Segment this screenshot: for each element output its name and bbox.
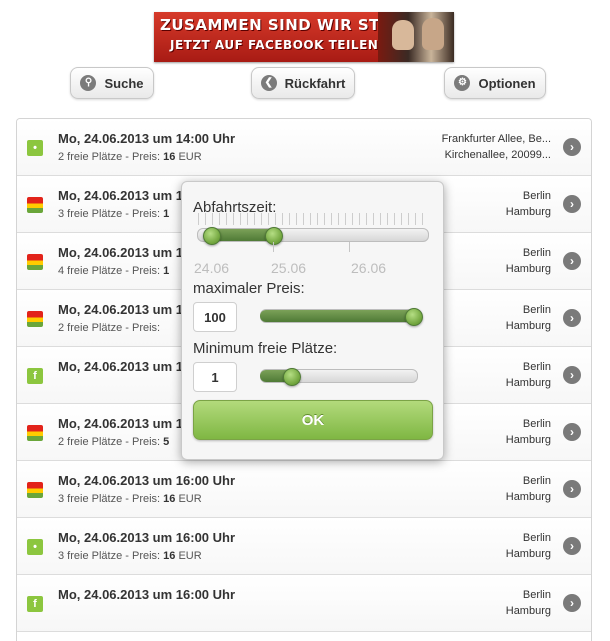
options-button[interactable]: ⚙ Optionen [444,67,546,99]
rail-provider-icon [27,482,43,498]
gear-icon: ⚙ [454,75,471,91]
ride-from: Frankfurter Allee, Be... [441,133,551,145]
ride-price: 16 [163,151,176,163]
ride-from: Berlin [522,418,551,430]
ride-from: Berlin [522,589,551,601]
ride-to: Hamburg [505,605,551,617]
chevron-right-icon[interactable]: › [563,138,581,156]
ride-row[interactable]: f Mo, 24.06.2013 um 16:00 Uhr Berlin Hambur… [17,575,591,632]
date-tick-mark [349,242,350,252]
options-button-label: Optionen [478,75,536,91]
ride-to: Hamburg [505,377,551,389]
ride-info: 4 freie Plätze - Preis: 1 [58,265,169,277]
ride-to: Kirchenallee, 20099... [444,149,551,161]
chevron-right-icon[interactable]: › [563,195,581,213]
ride-date: Mo, 24.06.2013 um 16:00 Uhr [58,473,236,488]
ride-price: 16 [163,493,176,505]
ride-info: 3 freie Plätze - Preis: 16 EUR [58,550,202,562]
min-seats-label: Minimum freie Plätze: [193,340,338,357]
ride-price: 1 [163,208,170,220]
max-price-value[interactable]: 100 [193,302,237,332]
car-provider-icon: • [27,539,43,555]
ok-button[interactable]: OK [193,400,433,440]
departure-scale-ticks [198,213,426,225]
date-tick-label: 26.06 [351,260,387,276]
ride-price: 5 [163,436,170,448]
chevron-right-icon[interactable]: › [563,537,581,555]
chevron-right-icon[interactable]: › [563,309,581,327]
ride-seats-text: 3 freie Plätze - Preis: [58,550,161,562]
rail-provider-icon [27,254,43,270]
ride-from: Berlin [522,532,551,544]
ride-row[interactable]: • Mo, 24.06.2013 um 14:00 Uhr 2 freie Plät… [17,119,591,176]
ride-price: 1 [163,265,170,277]
ride-from: Berlin [522,475,551,487]
ride-from: Berlin [522,361,551,373]
banner-line1: ZUSAMMEN SIND WIR STARK [160,16,416,34]
chevron-right-icon[interactable]: › [563,252,581,270]
ride-to: Hamburg [505,263,551,275]
carpool-f-icon: f [27,596,43,612]
banner-line2: JETZT AUF FACEBOOK TEILEN! [170,38,385,52]
ride-seats-text: 2 freie Plätze - Preis: [58,322,161,334]
ride-from: Berlin [522,190,551,202]
chevron-right-icon[interactable]: › [563,366,581,384]
search-icon: ⚲ [80,75,97,91]
rail-provider-icon [27,311,43,327]
search-button-label: Suche [104,75,144,91]
date-tick-mark [273,242,274,252]
ride-info: 3 freie Plätze - Preis: 16 EUR [58,493,202,505]
ride-date: Mo, 24.06.2013 um 16:00 Uhr [58,530,236,545]
departure-start-handle[interactable] [202,227,221,245]
ride-info: 2 freie Plätze - Preis: [58,322,160,334]
date-tick-label: 24.06 [194,260,230,276]
ride-to: Hamburg [505,491,551,503]
ride-date: Mo, 24.06.2013 um 16:00 Uhr [58,587,236,602]
filter-popup: Abfahrtszeit: 24.06 25.06 26.06 maximale… [181,181,444,460]
ride-from: Berlin [522,304,551,316]
ride-currency: EUR [178,493,202,505]
ride-date: Mo, 24.06.2013 um 14:00 Uhr [58,131,236,146]
arrow-left-icon: ❮ [260,75,277,91]
rail-provider-icon [27,197,43,213]
ride-currency: EUR [178,550,202,562]
return-trip-button[interactable]: ❮ Rückfahrt [251,67,355,99]
ride-info: 3 freie Plätze - Preis: 1 [58,208,169,220]
ride-seats-text: 2 freie Plätze - Preis: [58,436,161,448]
ride-to: Hamburg [505,206,551,218]
max-price-handle[interactable] [405,308,424,326]
min-seats-value[interactable]: 1 [193,362,237,392]
carpool-f-icon: f [27,368,43,384]
ride-row[interactable]: Mo, 24.06.2013 um 16:00 Uhr 3 freie Plätz… [17,461,591,518]
facebook-share-banner[interactable]: ZUSAMMEN SIND WIR STARK JETZT AUF FACEBO… [154,12,454,62]
ride-seats-text: 2 freie Plätze - Preis: [58,151,161,163]
ride-seats-text: 4 freie Plätze - Preis: [58,265,161,277]
ride-price: 16 [163,550,176,562]
ride-info: 2 freie Plätze - Preis: 5 [58,436,169,448]
ride-currency: EUR [178,151,202,163]
ride-from: Berlin [522,247,551,259]
max-price-label: maximaler Preis: [193,280,305,297]
search-button[interactable]: ⚲ Suche [70,67,154,99]
chevron-right-icon[interactable]: › [563,423,581,441]
max-price-slider-fill [260,310,414,322]
chevron-right-icon[interactable]: › [563,594,581,612]
chevron-right-icon[interactable]: › [563,480,581,498]
min-seats-handle[interactable] [283,368,302,386]
ride-row[interactable]: • Mo, 24.06.2013 um 16:00 Uhr 3 freie Plät… [17,518,591,575]
ride-to: Hamburg [505,320,551,332]
ride-to: Hamburg [505,434,551,446]
ride-seats-text: 3 freie Plätze - Preis: [58,208,161,220]
car-provider-icon: • [27,140,43,156]
ride-seats-text: 3 freie Plätze - Preis: [58,493,161,505]
rail-provider-icon [27,425,43,441]
date-tick-label: 25.06 [271,260,307,276]
banner-illustration [378,12,454,62]
ride-info: 2 freie Plätze - Preis: 16 EUR [58,151,202,163]
return-trip-button-label: Rückfahrt [284,75,346,91]
ride-to: Hamburg [505,548,551,560]
